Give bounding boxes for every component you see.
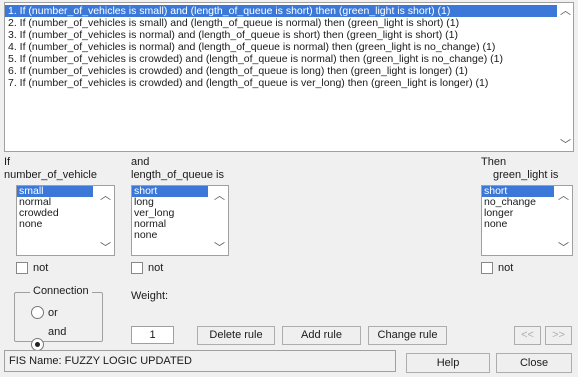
consequent-not-checkbox[interactable] bbox=[481, 262, 493, 274]
delete-rule-button[interactable]: Delete rule bbox=[197, 326, 275, 345]
next-button[interactable]: >> bbox=[545, 326, 572, 345]
and-radio-label: and bbox=[48, 326, 67, 338]
change-rule-button[interactable]: Change rule bbox=[368, 326, 447, 345]
or-radio[interactable] bbox=[31, 306, 44, 319]
consequent-not-label: not bbox=[498, 262, 514, 274]
consequent-listbox[interactable]: short no_change longer none ︿ ﹀ bbox=[481, 185, 573, 256]
fis-name-status: FIS Name: FUZZY LOGIC UPDATED bbox=[4, 350, 396, 372]
previous-button[interactable]: << bbox=[514, 326, 541, 345]
scroll-down-icon[interactable]: ﹀ bbox=[98, 240, 113, 254]
then-label: Then bbox=[481, 156, 507, 168]
and-label: and bbox=[131, 156, 150, 168]
antecedent1-not-label: not bbox=[33, 262, 49, 274]
rules-items: 1. If (number_of_vehicles is small) and … bbox=[5, 3, 573, 89]
rules-list[interactable]: 1. If (number_of_vehicles is small) and … bbox=[4, 2, 574, 152]
weight-label: Weight: bbox=[131, 290, 169, 302]
rule-item-2[interactable]: 2. If (number_of_vehicles is small) and … bbox=[5, 17, 557, 29]
antecedent1-variable-label: number_of_vehicle bbox=[4, 169, 97, 181]
rule-item-5[interactable]: 5. If (number_of_vehicles is crowded) an… bbox=[5, 53, 557, 65]
scroll-up-icon[interactable]: ︿ bbox=[212, 188, 227, 202]
antecedent1-not-checkbox[interactable] bbox=[16, 262, 28, 274]
antecedent2-listbox[interactable]: short long ver_long normal none ︿ ﹀ bbox=[131, 185, 229, 256]
add-rule-button[interactable]: Add rule bbox=[282, 326, 361, 345]
rule-item-1[interactable]: 1. If (number_of_vehicles is small) and … bbox=[5, 5, 557, 17]
rule-item-4[interactable]: 4. If (number_of_vehicles is normal) and… bbox=[5, 41, 557, 53]
if-label: If bbox=[4, 156, 11, 168]
scroll-down-icon[interactable]: ﹀ bbox=[212, 240, 227, 254]
antecedent2-variable-label: length_of_queue is bbox=[131, 169, 224, 181]
scroll-up-icon[interactable]: ︿ bbox=[556, 188, 571, 202]
close-button[interactable]: Close bbox=[496, 353, 572, 373]
list-item[interactable]: none bbox=[482, 219, 572, 230]
scroll-down-icon[interactable]: ﹀ bbox=[556, 240, 571, 254]
list-item[interactable]: none bbox=[17, 219, 114, 230]
rule-item-7[interactable]: 7. If (number_of_vehicles is crowded) an… bbox=[5, 77, 557, 89]
help-button[interactable]: Help bbox=[406, 353, 490, 373]
weight-input[interactable]: 1 bbox=[131, 326, 174, 344]
consequent-variable-label: green_light is bbox=[493, 169, 559, 181]
scroll-down-icon[interactable]: ﹀ bbox=[558, 137, 573, 151]
scroll-up-icon[interactable]: ︿ bbox=[98, 188, 113, 202]
antecedent2-not-label: not bbox=[148, 262, 164, 274]
antecedent2-not-checkbox[interactable] bbox=[131, 262, 143, 274]
antecedent1-listbox[interactable]: small normal crowded none ︿ ﹀ bbox=[16, 185, 115, 256]
scroll-up-icon[interactable]: ︿ bbox=[558, 3, 573, 17]
connection-title: Connection bbox=[30, 285, 92, 297]
rule-item-6[interactable]: 6. If (number_of_vehicles is crowded) an… bbox=[5, 65, 557, 77]
or-label: or bbox=[48, 307, 58, 319]
rules-scrollbar[interactable]: ︿ ﹀ bbox=[558, 3, 573, 151]
rule-item-3[interactable]: 3. If (number_of_vehicles is normal) and… bbox=[5, 29, 557, 41]
